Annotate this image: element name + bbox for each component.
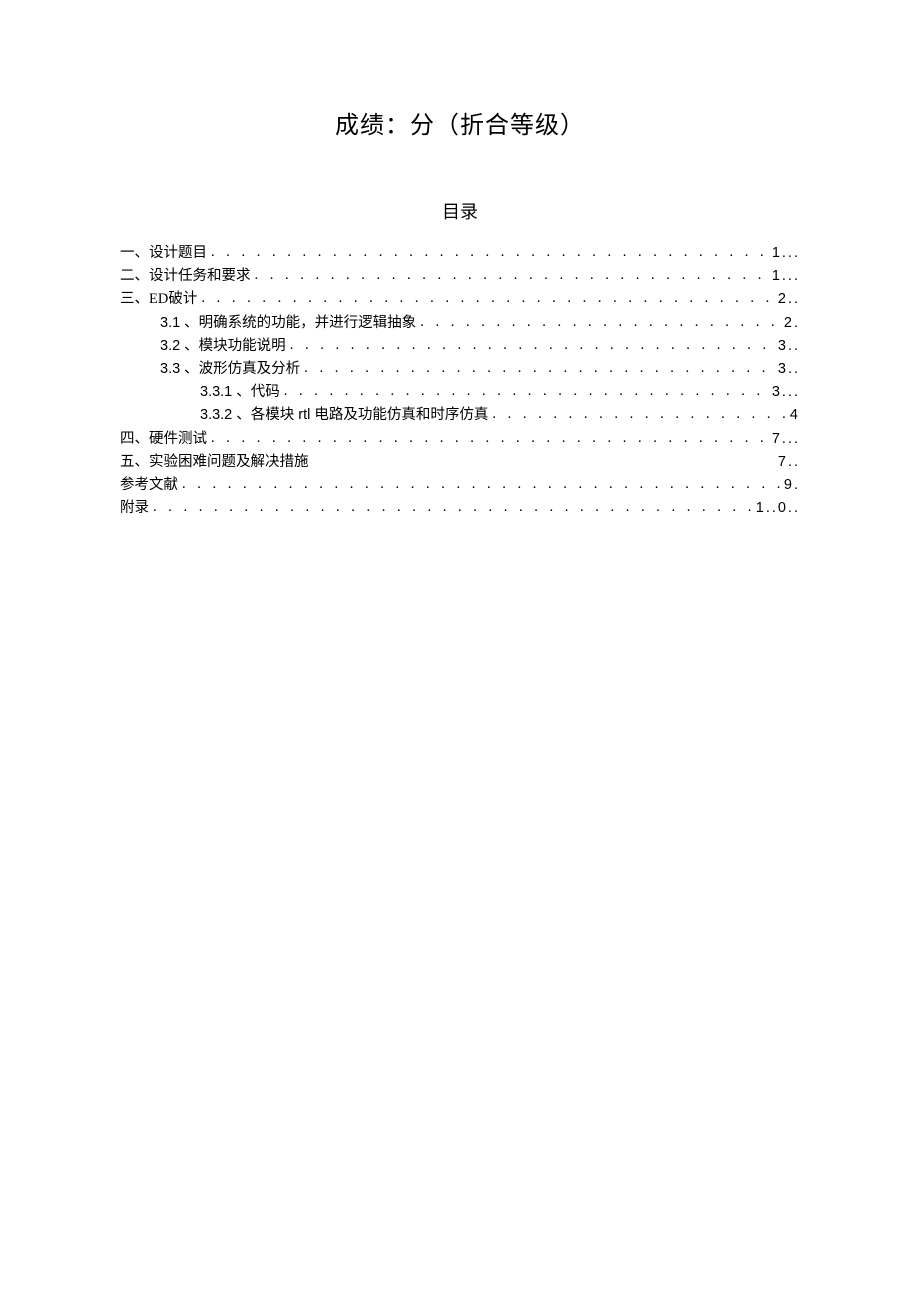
toc-entry: 参考文献 9. [120,474,800,497]
toc-page-number: 1... [772,265,800,288]
toc-page-number: 3.. [778,358,800,381]
toc-entry: 3.3 、波形仿真及分析 3.. [120,358,800,381]
toc-label: 一、设计题目 [120,242,207,265]
toc-label: 附录 [120,497,149,520]
toc-leader-dots [304,358,774,380]
toc-leader-dots [284,381,768,403]
toc-label: 三、ED破计 [120,288,197,311]
page-title: 成绩：分（折合等级） [120,105,800,140]
toc-entry: 3.2 、模块功能说明 3.. [120,335,800,358]
toc-entry: 3.1 、明确系统的功能，并进行逻辑抽象 2. [120,312,800,335]
toc-page-number: 1... [772,242,800,265]
toc-leader-dots [211,242,768,264]
toc-page-number: 3.. [778,335,800,358]
toc-page-number: 9. [784,474,800,497]
toc-label: 3.2 、模块功能说明 [160,335,286,358]
toc-entry: 五、实验困难问题及解决措施 7.. [120,451,800,474]
toc-label: 3.3.2 、各模块 rtl 电路及功能仿真和时序仿真 [200,404,488,427]
toc-leader-dots [255,265,768,287]
toc-label: 3.1 、明确系统的功能，并进行逻辑抽象 [160,312,416,335]
document-page: 成绩：分（折合等级） 目录 一、设计题目 1... 二、设计任务和要求 1...… [0,0,920,520]
toc-page-number: 1..0.. [756,497,800,520]
toc-entry: 三、ED破计 2.. [120,288,800,311]
toc-page-number: 4 [790,404,800,427]
toc-page-number: 3... [772,381,800,404]
toc-entry: 附录 1..0.. [120,497,800,520]
toc-entry: 3.3.2 、各模块 rtl 电路及功能仿真和时序仿真 4 [120,404,800,427]
toc-entry: 二、设计任务和要求 1... [120,265,800,288]
toc-entry: 3.3.1 、代码 3... [120,381,800,404]
toc-leader-dots [182,474,780,496]
toc-label: 3.3 、波形仿真及分析 [160,358,300,381]
toc-page-number: 2.. [778,288,800,311]
toc-label: 参考文献 [120,474,178,497]
toc-label: 3.3.1 、代码 [200,381,280,404]
toc-leader-dots [211,428,768,450]
toc-entry: 一、设计题目 1... [120,242,800,265]
toc-entry: 四、硬件测试 7... [120,428,800,451]
toc-leader-dots [290,335,774,357]
toc-leader-dots [153,497,752,519]
toc-page-number: 2. [784,312,800,335]
toc-label: 二、设计任务和要求 [120,265,251,288]
table-of-contents: 一、设计题目 1... 二、设计任务和要求 1... 三、ED破计 2.. 3.… [120,242,800,520]
toc-page-number: 7... [772,428,800,451]
toc-label: 四、硬件测试 [120,428,207,451]
toc-leader-dots [420,312,780,334]
toc-leader-dots [201,288,774,310]
toc-label: 五、实验困难问题及解决措施 [120,451,309,474]
toc-leader-dots [492,404,786,426]
toc-page-number: 7.. [778,451,800,474]
toc-heading: 目录 [120,198,800,224]
